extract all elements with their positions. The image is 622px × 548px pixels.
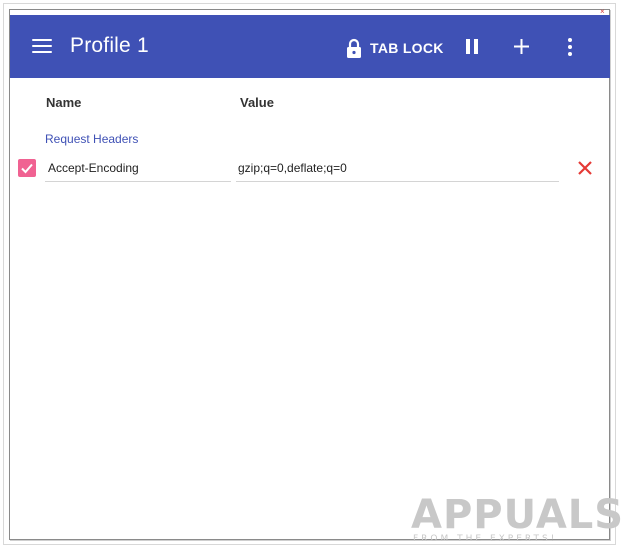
name-column-header: Name bbox=[46, 95, 82, 110]
lock-icon bbox=[347, 38, 361, 58]
tab-lock-label: TAB LOCK bbox=[370, 40, 444, 56]
more-vert-icon[interactable] bbox=[567, 38, 573, 58]
menu-icon[interactable] bbox=[32, 39, 52, 55]
profile-title: Profile 1 bbox=[70, 34, 149, 57]
delete-header-button[interactable] bbox=[577, 160, 593, 176]
request-headers-section-title: Request Headers bbox=[45, 132, 139, 146]
app-toolbar: Profile 1 TAB LOCK bbox=[10, 15, 610, 78]
add-icon[interactable] bbox=[513, 38, 530, 55]
extension-popup bbox=[9, 9, 610, 540]
header-name-field[interactable]: Accept-Encoding bbox=[45, 154, 231, 182]
check-icon bbox=[21, 163, 33, 174]
watermark-subtext: FROM THE EXPERTS! bbox=[413, 534, 558, 544]
tab-lock-button[interactable]: TAB LOCK bbox=[346, 36, 444, 60]
value-column-header: Value bbox=[240, 95, 274, 110]
header-enabled-checkbox[interactable] bbox=[18, 159, 36, 177]
watermark-logo: APPUALS FROM THE EXPERTS! bbox=[405, 478, 622, 546]
pause-icon[interactable] bbox=[466, 39, 480, 55]
watermark-text: APPUALS bbox=[411, 492, 622, 538]
close-icon bbox=[578, 161, 592, 175]
header-value-field[interactable]: gzip;q=0,deflate;q=0 bbox=[236, 154, 559, 182]
